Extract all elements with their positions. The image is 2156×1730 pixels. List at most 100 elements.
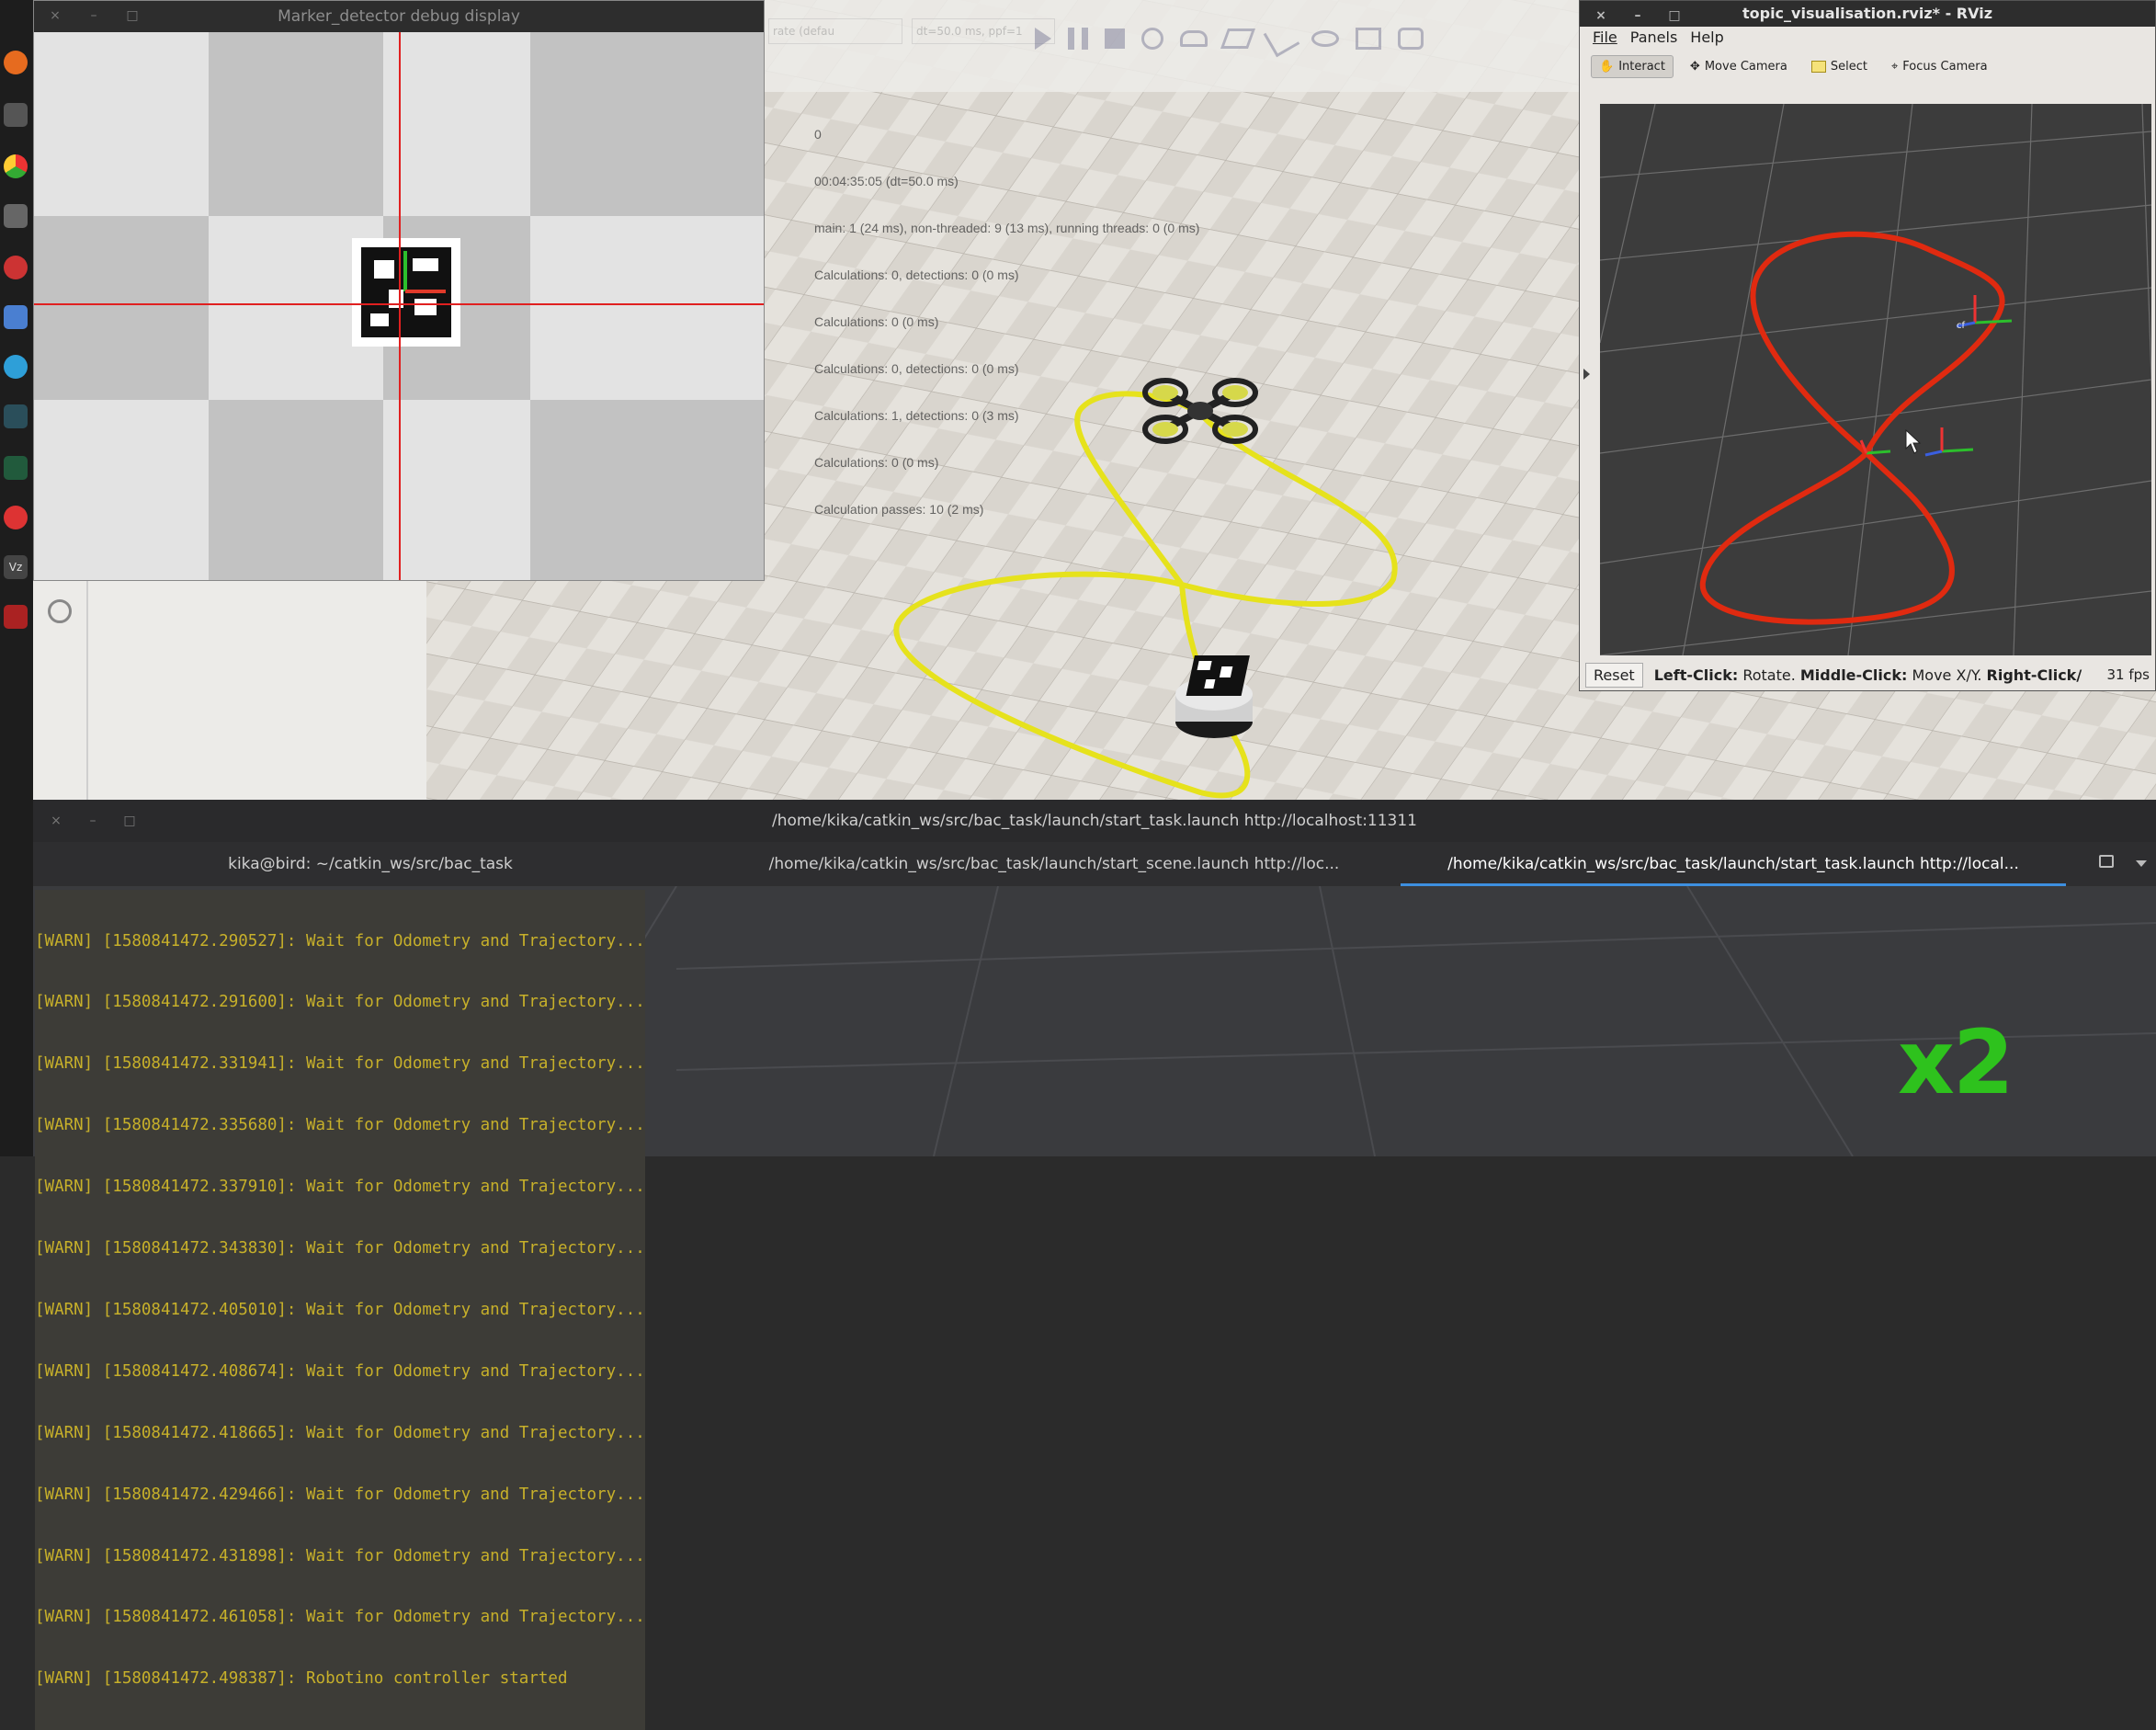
gazebo-icon[interactable] bbox=[4, 506, 28, 529]
rviz-menubar: File Panels Help bbox=[1580, 27, 2155, 49]
close-icon[interactable]: × bbox=[49, 9, 62, 22]
cube-icon[interactable] bbox=[4, 305, 28, 329]
camera-view bbox=[34, 32, 764, 580]
terminal-title: /home/kika/catkin_ws/src/bac_task/launch… bbox=[771, 812, 1417, 830]
terminal-tab[interactable]: kika@bird: ~/catkin_ws/src/bac_task bbox=[33, 842, 708, 886]
speed-icon[interactable] bbox=[1141, 28, 1163, 50]
move-camera-icon: ✥ bbox=[1689, 59, 1700, 74]
pause-icon[interactable] bbox=[1068, 28, 1088, 50]
expand-panel-icon[interactable] bbox=[1583, 369, 1590, 380]
stats-line: Calculation passes: 10 (2 ms) bbox=[814, 502, 984, 517]
rate-field[interactable]: rate (defau bbox=[768, 18, 902, 44]
focus-camera-icon: ⌖ bbox=[1890, 59, 1899, 74]
stats-line: main: 1 (24 ms), non-threaded: 9 (13 ms)… bbox=[814, 221, 1200, 235]
tool-focus-camera[interactable]: ⌖ Focus Camera bbox=[1884, 56, 1995, 77]
stats-line: Calculations: 0, detections: 0 (0 ms) bbox=[814, 267, 1019, 282]
close-icon[interactable]: × bbox=[1594, 9, 1607, 22]
new-tab-icon[interactable] bbox=[2099, 855, 2114, 868]
chevron-down-icon[interactable] bbox=[2136, 860, 2147, 867]
tool-label: Focus Camera bbox=[1902, 59, 1988, 74]
simulation-stats: 0 00:04:35:05 (dt=50.0 ms) main: 1 (24 m… bbox=[814, 96, 1199, 549]
minimize-icon[interactable]: – bbox=[1631, 9, 1644, 22]
tool-interact[interactable]: ✋ Interact bbox=[1591, 54, 1674, 78]
tool-move-camera[interactable]: ✥ Move Camera bbox=[1683, 56, 1795, 77]
telegram-icon[interactable] bbox=[4, 355, 28, 379]
rviz-titlebar[interactable]: × – □ topic_visualisation.rviz* - RViz bbox=[1580, 1, 2155, 27]
log-line: [WARN] [1580841472.408674]: Wait for Odo… bbox=[35, 1361, 645, 1381]
robot-tool-icon[interactable] bbox=[1220, 28, 1256, 49]
log-line: [WARN] [1580841472.418665]: Wait for Odo… bbox=[35, 1423, 645, 1442]
gear-icon[interactable] bbox=[48, 599, 72, 623]
terminal-tab[interactable]: /home/kika/catkin_ws/src/bac_task/launch… bbox=[708, 842, 1401, 886]
rviz-window[interactable]: × – □ topic_visualisation.rviz* - RViz F… bbox=[1579, 0, 2156, 691]
minimize-icon[interactable]: – bbox=[87, 9, 100, 22]
terminal-output: [WARN] [1580841472.290527]: Wait for Odo… bbox=[35, 890, 645, 1730]
terminal-icon[interactable] bbox=[4, 103, 28, 127]
log-line: [WARN] [1580841472.290527]: Wait for Odo… bbox=[35, 931, 645, 950]
maximize-icon[interactable]: □ bbox=[123, 814, 136, 827]
hint-text: Rotate. bbox=[1738, 666, 1800, 684]
tool-select[interactable]: Select bbox=[1804, 56, 1875, 77]
select-icon bbox=[1810, 60, 1826, 73]
log-line: [WARN] [1580841472.335680]: Wait for Odo… bbox=[35, 1116, 645, 1135]
menu-file[interactable]: File bbox=[1593, 27, 1617, 49]
turtle-icon[interactable] bbox=[1180, 30, 1208, 47]
eye-icon[interactable] bbox=[1311, 30, 1339, 47]
app-icon-red[interactable] bbox=[4, 605, 28, 629]
launcher-bar: Vz bbox=[0, 0, 33, 1156]
stop-icon[interactable] bbox=[1105, 28, 1125, 49]
stats-line: 0 bbox=[814, 127, 822, 142]
camera-tool-icon[interactable] bbox=[1356, 28, 1381, 50]
log-line: [WARN] [1580841472.431898]: Wait for Odo… bbox=[35, 1546, 645, 1565]
log-line: [WARN] [1580841472.461058]: Wait for Odo… bbox=[35, 1608, 645, 1627]
marker-detector-window[interactable]: × – □ Marker_detector debug display bbox=[33, 0, 765, 581]
hint-key: Left-Click: bbox=[1653, 666, 1739, 684]
stats-line: Calculations: 0, detections: 0 (0 ms) bbox=[814, 361, 1019, 376]
svg-text:cf: cf bbox=[1957, 321, 1965, 331]
rviz-icon[interactable]: Vz bbox=[4, 555, 28, 579]
pycharm-icon[interactable] bbox=[4, 456, 28, 480]
mouse-hint: Left-Click: Rotate. Middle-Click: Move X… bbox=[1654, 666, 2082, 684]
maximize-icon[interactable]: □ bbox=[1668, 9, 1681, 22]
dt-field[interactable]: dt=50.0 ms, ppf=1 bbox=[912, 18, 1055, 44]
hint-key: Middle-Click: bbox=[1799, 666, 1908, 684]
menu-help[interactable]: Help bbox=[1690, 27, 1723, 49]
settings-icon[interactable] bbox=[4, 256, 28, 279]
rviz-title: topic_visualisation.rviz* - RViz bbox=[1742, 5, 1993, 22]
camera-icon[interactable] bbox=[4, 204, 28, 228]
log-line: [WARN] [1580841472.291600]: Wait for Odo… bbox=[35, 993, 645, 1012]
play-icon[interactable] bbox=[1035, 28, 1051, 50]
close-icon[interactable]: × bbox=[50, 814, 62, 827]
terminal-tabs: kika@bird: ~/catkin_ws/src/bac_task /hom… bbox=[33, 842, 2156, 886]
hint-text: Move X/Y. bbox=[1907, 666, 1987, 684]
rviz-statusbar: Reset Left-Click: Rotate. Middle-Click: … bbox=[1580, 657, 2155, 690]
maximize-icon[interactable]: □ bbox=[126, 9, 139, 22]
record-icon[interactable] bbox=[1398, 28, 1424, 50]
log-line: [WARN] [1580841472.405010]: Wait for Odo… bbox=[35, 1300, 645, 1319]
rviz-3d-view[interactable]: cf bbox=[1600, 104, 2151, 655]
log-line: [WARN] [1580841472.337910]: Wait for Odo… bbox=[35, 1178, 645, 1197]
stats-line: Calculations: 0 (0 ms) bbox=[814, 314, 939, 329]
hand-icon: ✋ bbox=[1599, 59, 1615, 74]
log-line: [WARN] [1580841472.331941]: Wait for Odo… bbox=[35, 1054, 645, 1074]
reset-button[interactable]: Reset bbox=[1585, 662, 1643, 688]
stats-line: Calculations: 0 (0 ms) bbox=[814, 455, 939, 470]
terminal-titlebar[interactable]: × – □ /home/kika/catkin_ws/src/bac_task/… bbox=[33, 800, 2156, 842]
app-icon[interactable] bbox=[4, 404, 28, 428]
terminal-window[interactable]: × – □ /home/kika/catkin_ws/src/bac_task/… bbox=[33, 800, 2156, 1730]
playback-speed-overlay: x2 bbox=[1898, 1011, 2014, 1114]
firefox-icon[interactable] bbox=[4, 51, 28, 74]
rviz-toolbar: ✋ Interact ✥ Move Camera Select ⌖ Focus Cam… bbox=[1580, 49, 2155, 84]
stats-line: Calculations: 1, detections: 0 (3 ms) bbox=[814, 408, 1019, 423]
fps-counter: 31 fps bbox=[2106, 666, 2150, 683]
tool-label: Interact bbox=[1618, 59, 1665, 74]
hint-key: Right-Click/ bbox=[1986, 666, 2082, 684]
log-line: [WARN] [1580841472.429466]: Wait for Odo… bbox=[35, 1485, 645, 1504]
chrome-icon[interactable] bbox=[4, 154, 28, 178]
minimize-icon[interactable]: – bbox=[86, 814, 99, 827]
rocket-icon[interactable] bbox=[1263, 20, 1300, 57]
menu-panels[interactable]: Panels bbox=[1630, 27, 1678, 49]
terminal-tab-active[interactable]: /home/kika/catkin_ws/src/bac_task/launch… bbox=[1401, 842, 2066, 886]
log-line: [WARN] [1580841472.498387]: Robotino con… bbox=[35, 1669, 568, 1689]
marker-window-titlebar[interactable]: × – □ Marker_detector debug display bbox=[34, 1, 764, 32]
